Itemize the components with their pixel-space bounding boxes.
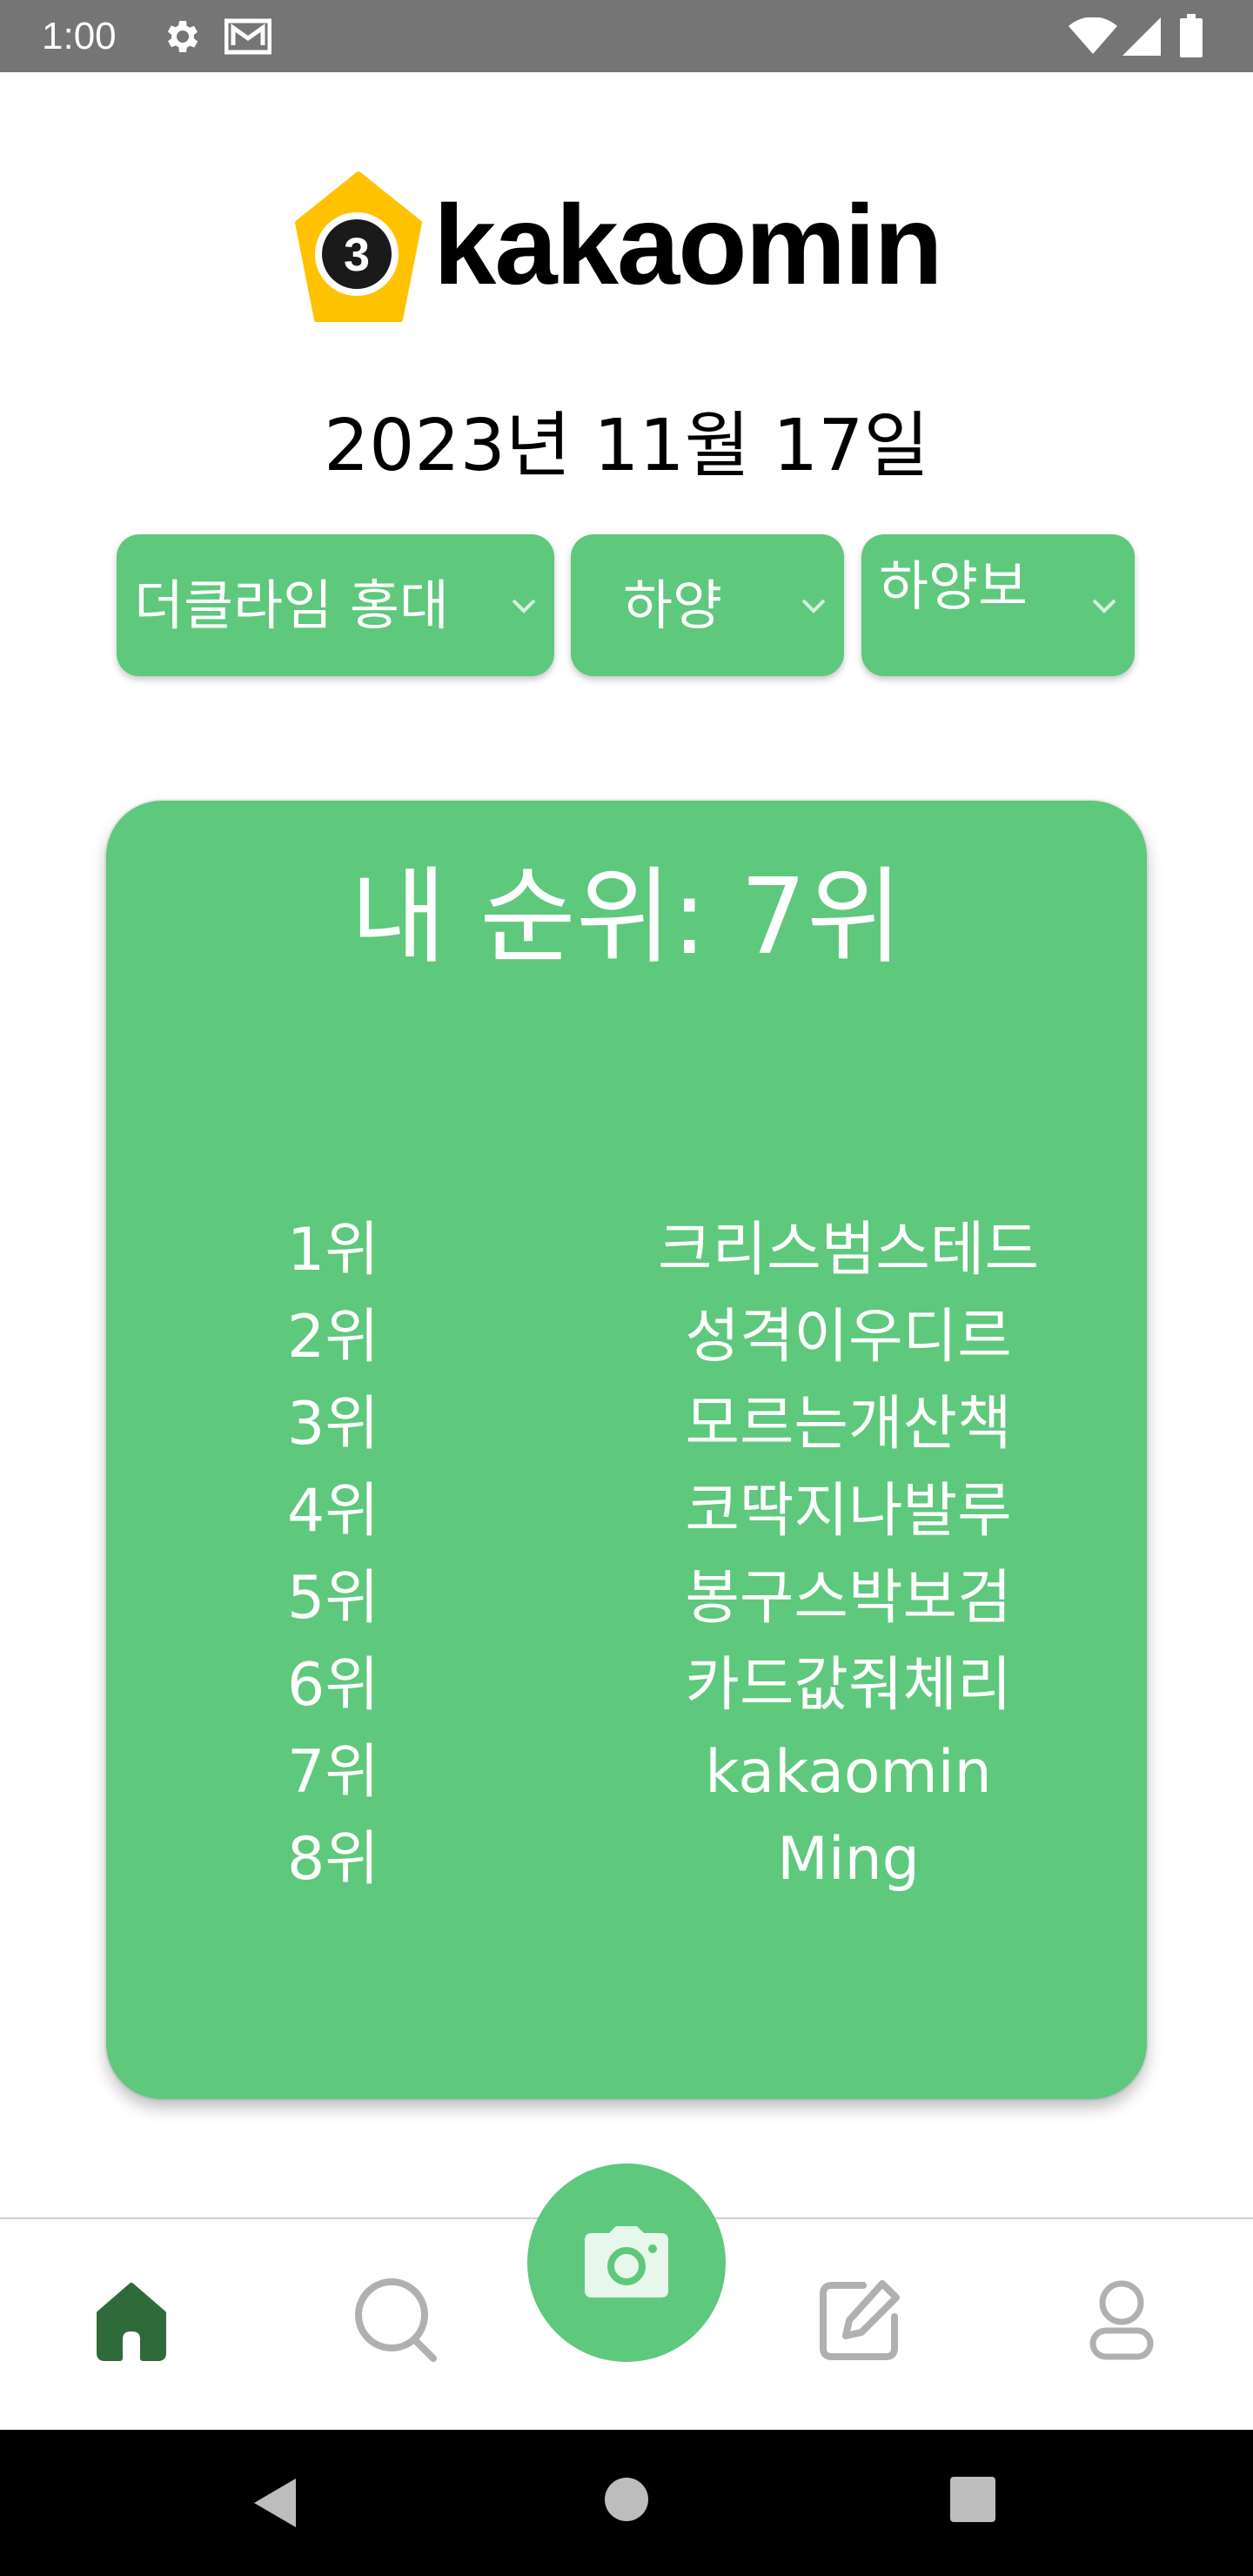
chevron-down-icon [1092,599,1116,614]
ranking-row: 3위 모르는개산책 [0,1381,1253,1468]
recents-icon[interactable] [950,2477,995,2522]
rank-position: 4위 [287,1477,379,1546]
my-rank-title: 내 순위: 7위 [350,857,903,978]
rank-position: 5위 [287,1564,379,1633]
rank-username: 코딱지나발루 [685,1477,1012,1546]
app-logo: 3 kakaomin [294,171,982,323]
problem-select-value: 하양보 [879,554,1029,618]
rank-position: 2위 [287,1303,379,1372]
battery-icon [1180,14,1203,57]
rank-position: 3위 [287,1390,379,1459]
ranking-row: 7위 kakaomin [0,1729,1253,1816]
wifi-icon [1069,17,1117,54]
home-button-icon[interactable] [604,2477,649,2522]
back-icon[interactable] [252,2477,298,2529]
chevron-down-icon [512,599,536,614]
rank-position: 1위 [287,1216,379,1285]
chevron-down-icon [801,599,826,614]
settings-icon [167,21,198,52]
rank-username: 카드값줘체리 [685,1651,1012,1720]
rank-username: 모르는개산책 [685,1390,1012,1459]
rank-position: 6위 [287,1651,379,1720]
badge-number: 3 [344,229,370,281]
ranking-row: 6위 카드값줘체리 [0,1642,1253,1729]
rank-username: 크리스범스테드 [658,1216,1039,1285]
signal-icon [1122,17,1161,56]
rank-username: Ming [777,1825,920,1894]
camera-button[interactable] [527,2163,726,2362]
rank-username: 봉구스박보검 [685,1564,1012,1633]
date-label: 2023년 11월 17일 [324,405,929,487]
ranking-row: 8위 Ming [0,1816,1253,1903]
logo-text: kakaomin [433,181,943,308]
status-bar: 1:00 [0,0,1253,72]
rank-username: kakaomin [705,1738,992,1807]
search-icon[interactable] [348,2271,444,2367]
camera-icon [585,2226,668,2298]
problem-select[interactable]: 하양보 [861,534,1135,676]
color-select-value: 하양 [623,574,723,637]
gym-select[interactable]: 더클라임 홍대 [117,534,554,676]
color-select[interactable]: 하양 [571,534,844,676]
badge-icon: 3 [295,171,422,322]
ranking-row: 4위 코딱지나발루 [0,1468,1253,1555]
edit-icon[interactable] [811,2271,907,2367]
status-time: 1:00 [42,15,117,57]
gym-select-value: 더클라임 홍대 [134,574,449,637]
profile-icon[interactable] [1074,2271,1169,2367]
home-icon[interactable] [84,2271,179,2367]
system-nav-bar [0,2430,1253,2576]
rank-username: 성격이우디르 [685,1303,1012,1372]
mail-icon [224,18,271,55]
ranking-row: 5위 봉구스박보검 [0,1555,1253,1642]
rank-position: 7위 [287,1738,379,1807]
rank-position: 8위 [287,1825,379,1894]
ranking-row: 1위 크리스범스테드 [0,1207,1253,1294]
ranking-row: 2위 성격이우디르 [0,1294,1253,1381]
